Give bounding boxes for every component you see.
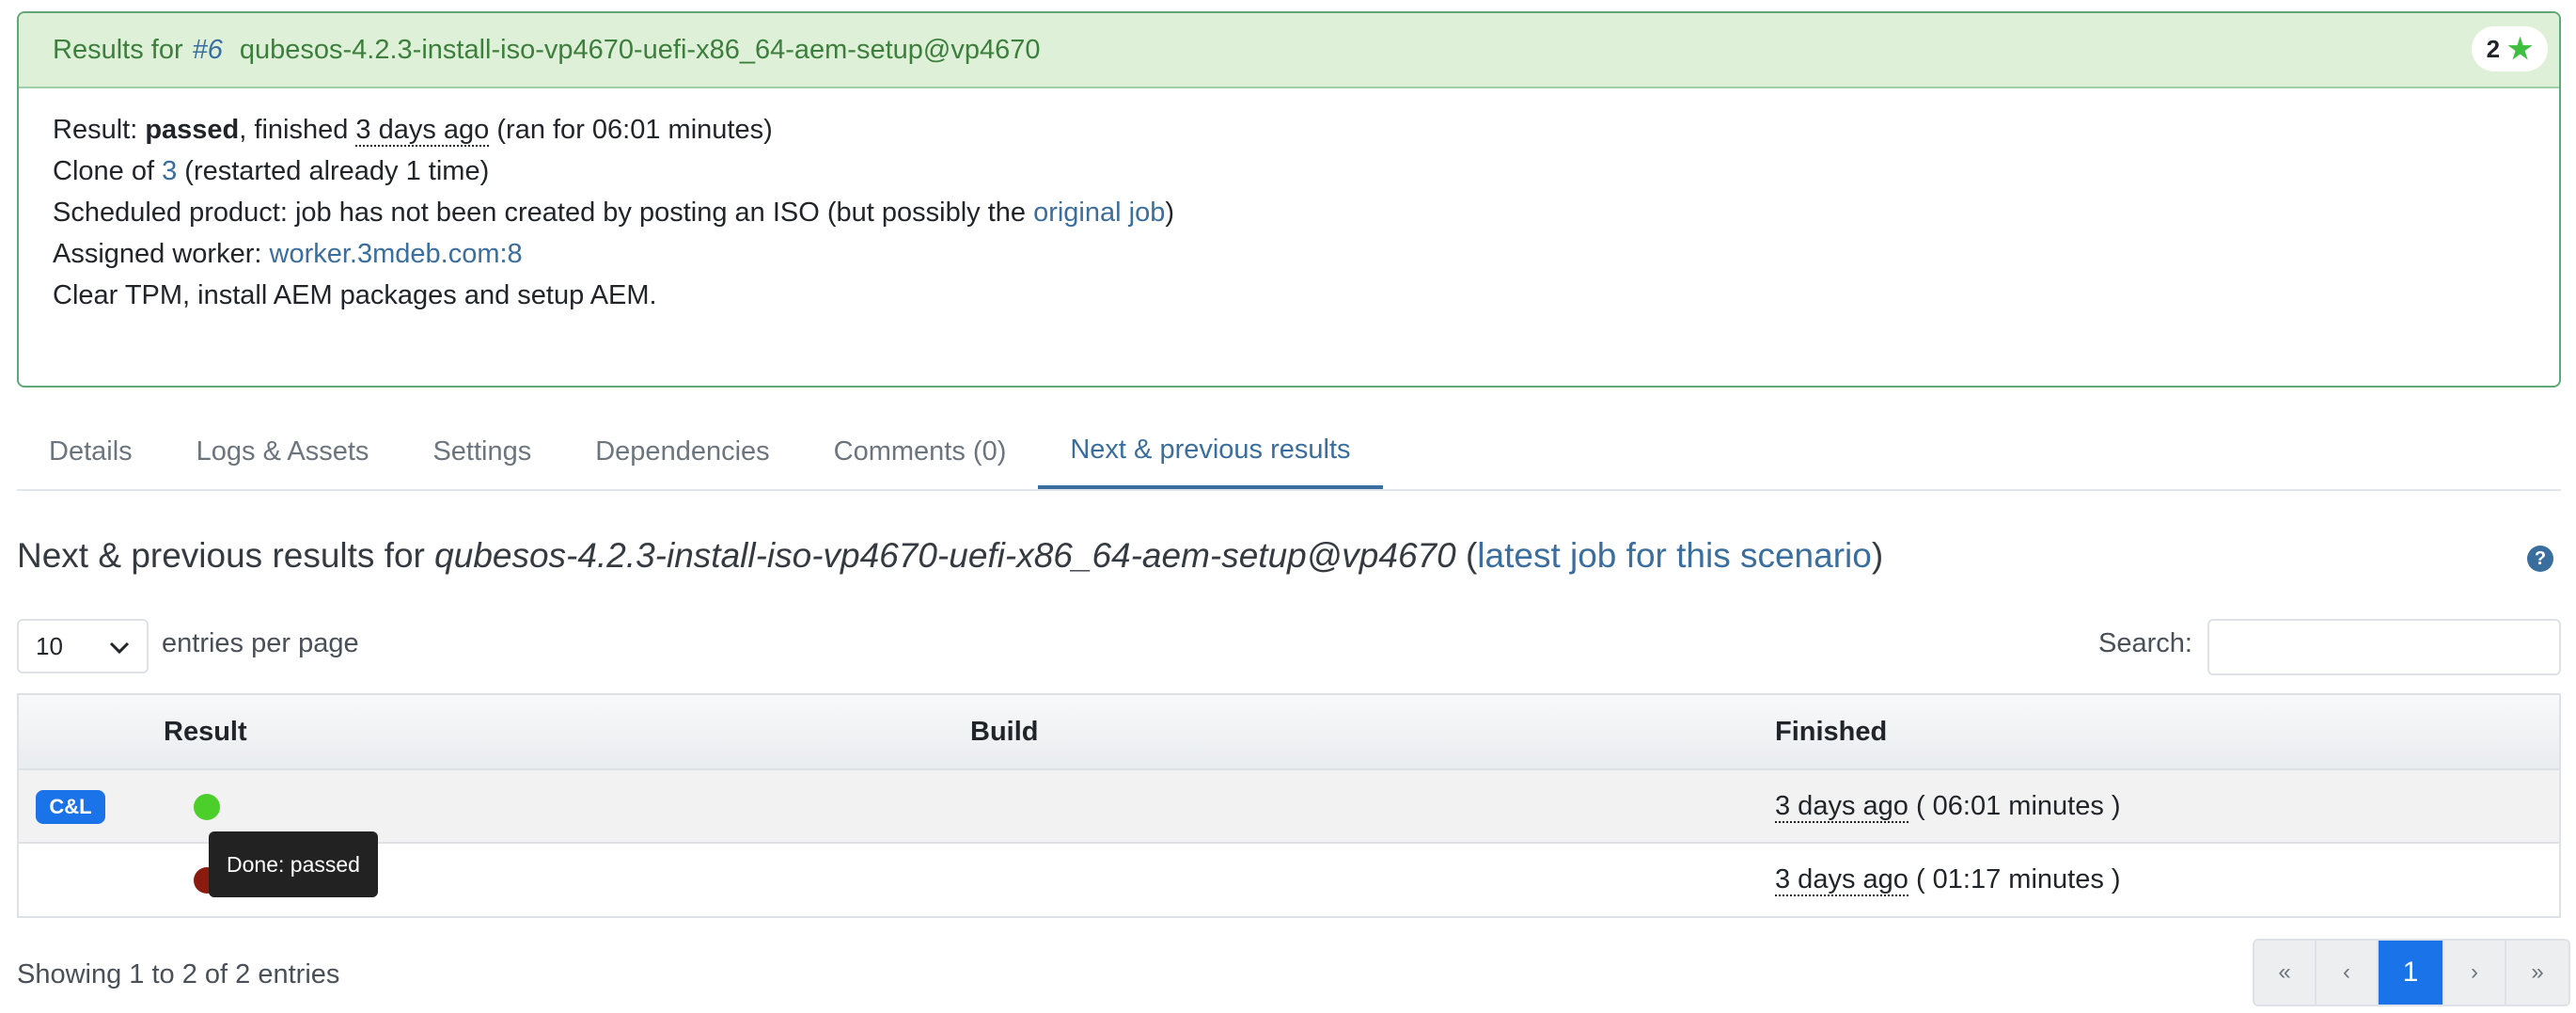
header-build[interactable]: Build bbox=[970, 695, 1039, 768]
header-result[interactable]: Result bbox=[164, 695, 247, 768]
first-page-button[interactable]: « bbox=[2254, 941, 2317, 1005]
next-page-button[interactable]: › bbox=[2444, 941, 2506, 1005]
latest-job-link[interactable]: latest job for this scenario bbox=[1477, 536, 1872, 575]
status-passed-icon[interactable] bbox=[194, 794, 220, 820]
section-title: Next & previous results for qubesos-4.2.… bbox=[17, 536, 1883, 576]
ran-for: (ran for 06:01 minutes) bbox=[496, 115, 773, 145]
finished-cell: 3 days ago ( 01:17 minutes ) bbox=[1775, 844, 2121, 915]
finished-ago-row-1: 3 days ago bbox=[1775, 791, 1908, 823]
scheduled-close: ) bbox=[1165, 198, 1175, 228]
star-count: 2 bbox=[2486, 34, 2501, 63]
worker-line: Assigned worker: worker.3mdeb.com:8 bbox=[53, 233, 2525, 275]
duration-row-2: ( 01:17 minutes ) bbox=[1915, 864, 2121, 894]
finished-ago-row-2: 3 days ago bbox=[1775, 864, 1908, 896]
entries-value: 10 bbox=[36, 631, 63, 660]
tab-next-previous[interactable]: Next & previous results bbox=[1038, 414, 1383, 489]
finished-ago: 3 days ago bbox=[355, 115, 490, 147]
panel-body: Result: passed, finished 3 days ago (ran… bbox=[19, 88, 2559, 337]
result-line: Result: passed, finished 3 days ago (ran… bbox=[53, 109, 2525, 150]
table-row[interactable]: 3 days ago ( 01:17 minutes ) bbox=[19, 844, 2559, 917]
result-panel: Results for #6 qubesos-4.2.3-install-iso… bbox=[17, 11, 2561, 388]
scheduled-text: Scheduled product: job has not been crea… bbox=[53, 198, 1027, 228]
table-row[interactable]: C&L 3 days ago ( 06:01 minutes ) bbox=[19, 770, 2559, 844]
previous-page-button[interactable]: ‹ bbox=[2317, 941, 2379, 1005]
tab-details[interactable]: Details bbox=[17, 414, 165, 489]
section-prefix: Next & previous results for bbox=[17, 536, 425, 575]
scenario-name: qubesos-4.2.3-install-iso-vp4670-uefi-x8… bbox=[434, 536, 1456, 575]
job-id-link[interactable]: #6 bbox=[193, 35, 223, 66]
last-page-button[interactable]: » bbox=[2506, 941, 2568, 1005]
tab-dependencies[interactable]: Dependencies bbox=[563, 414, 801, 489]
current-latest-badge: C&L bbox=[36, 790, 105, 824]
tab-comments[interactable]: Comments (0) bbox=[802, 414, 1039, 489]
chevron-down-icon bbox=[109, 632, 130, 661]
job-description: Clear TPM, install AEM packages and setu… bbox=[53, 280, 657, 310]
paren-close: ) bbox=[1871, 536, 1884, 575]
header-finished[interactable]: Finished bbox=[1775, 695, 1887, 768]
result-label: Result: bbox=[53, 115, 138, 145]
entries-per-page-select[interactable]: 10 bbox=[17, 619, 149, 673]
original-job-link[interactable]: original job bbox=[1033, 198, 1165, 228]
clone-job-link[interactable]: 3 bbox=[162, 156, 177, 186]
tab-settings[interactable]: Settings bbox=[401, 414, 563, 489]
finished-text: , finished bbox=[239, 115, 349, 145]
worker-link[interactable]: worker.3mdeb.com:8 bbox=[270, 239, 523, 269]
status-tooltip: Done: passed bbox=[209, 831, 378, 897]
star-icon: ★ bbox=[2507, 33, 2533, 65]
tab-logs-assets[interactable]: Logs & Assets bbox=[165, 414, 401, 489]
paren-open: ( bbox=[1465, 536, 1478, 575]
search-label: Search: bbox=[2098, 628, 2192, 658]
favorite-badge[interactable]: 2 ★ bbox=[2471, 26, 2548, 71]
panel-title-prefix: Results for bbox=[53, 34, 183, 65]
clone-line: Clone of 3 (restarted already 1 time) bbox=[53, 150, 2525, 192]
duration-row-1: ( 06:01 minutes ) bbox=[1915, 791, 2121, 821]
table-info: Showing 1 to 2 of 2 entries bbox=[17, 959, 340, 989]
entries-label: entries per page bbox=[162, 628, 359, 658]
pagination: « ‹ 1 › » bbox=[2253, 939, 2570, 1006]
finished-cell: 3 days ago ( 06:01 minutes ) bbox=[1775, 770, 2121, 842]
search-input[interactable] bbox=[2207, 619, 2561, 675]
tab-bar: Details Logs & Assets Settings Dependenc… bbox=[17, 414, 2561, 491]
panel-header: Results for #6 qubesos-4.2.3-install-iso… bbox=[19, 13, 2559, 88]
job-name: qubesos-4.2.3-install-iso-vp4670-uefi-x8… bbox=[239, 34, 1041, 65]
page-1-button[interactable]: 1 bbox=[2379, 941, 2444, 1005]
help-icon[interactable]: ? bbox=[2527, 546, 2553, 572]
clone-prefix: Clone of bbox=[53, 156, 155, 186]
clone-suffix: (restarted already 1 time) bbox=[184, 156, 490, 186]
worker-label: Assigned worker: bbox=[53, 239, 262, 269]
result-value: passed bbox=[145, 115, 240, 145]
scheduled-line: Scheduled product: job has not been crea… bbox=[53, 192, 2525, 233]
table-header: Result Build Finished bbox=[19, 695, 2559, 770]
results-table: Result Build Finished C&L 3 days ago ( 0… bbox=[17, 693, 2561, 918]
